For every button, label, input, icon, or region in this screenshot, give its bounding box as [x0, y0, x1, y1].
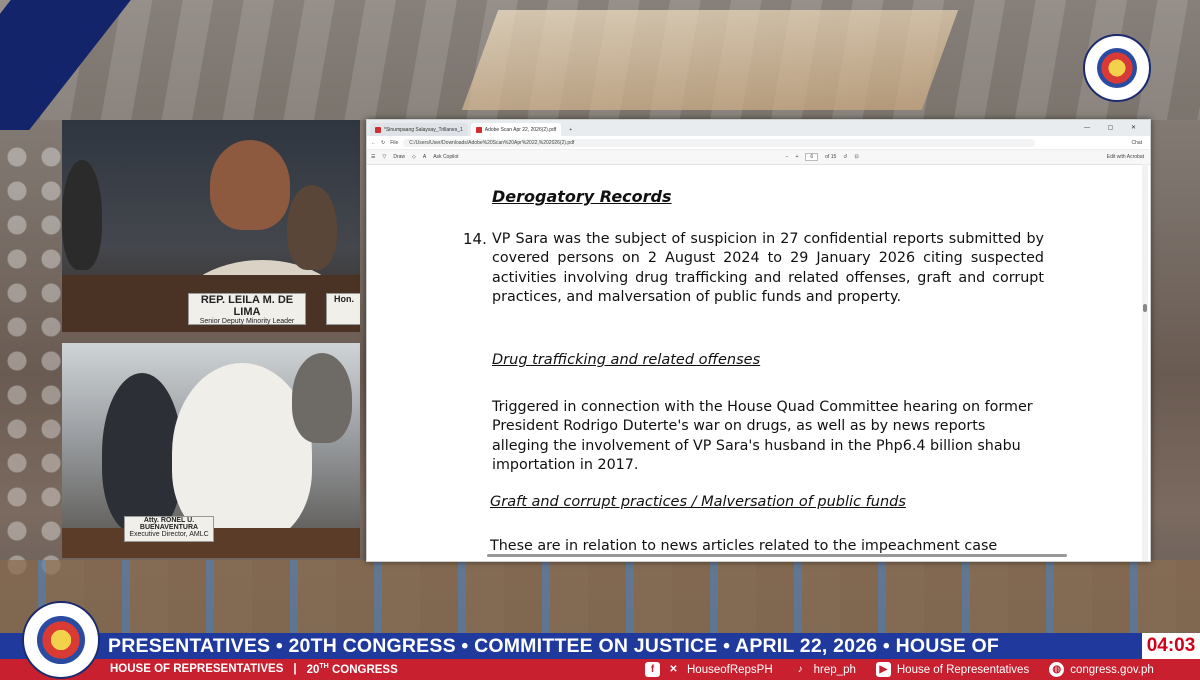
fit-page-icon[interactable]: ⊡	[854, 154, 858, 160]
speaker-head	[210, 140, 290, 230]
video-feed-top: REP. LEILA M. DE LIMA Senior Deputy Mino…	[62, 120, 360, 332]
pdf-page: Derogatory Records 14. VP Sara was the s…	[367, 164, 1142, 561]
nameplate-name: Atty. RONEL U. BUENAVENTURA	[139, 517, 199, 531]
nameplate-de-lima: REP. LEILA M. DE LIMA Senior Deputy Mino…	[188, 293, 306, 325]
website-link[interactable]: congress.gov.ph	[1070, 664, 1154, 676]
item-paragraph: VP Sara was the subject of suspicion in …	[492, 231, 1044, 305]
tab-label: Adobe Scan Apr 22, 2026(2).pdf	[484, 126, 557, 133]
nameplate-title: Senior Deputy Minority Leader	[199, 318, 295, 325]
tiktok-icon[interactable]: ♪	[793, 662, 808, 677]
copilot-button[interactable]: Ask Copilot	[433, 154, 458, 160]
draw-button[interactable]: Draw	[393, 154, 405, 160]
tab-bar: *Sinumpaang Salaysay_Trillanes_1 Adobe S…	[367, 120, 1150, 136]
video-feed-bottom: Atty. RONEL U. BUENAVENTURA Executive Di…	[62, 343, 360, 558]
nameplate-buenaventura: Atty. RONEL U. BUENAVENTURA Executive Di…	[124, 516, 214, 542]
news-ticker: PRESENTATIVES • 20TH CONGRESS • COMMITTE…	[0, 633, 1200, 659]
subsection-title-graft: Graft and corrupt practices / Malversati…	[490, 494, 906, 510]
tab-label: *Sinumpaang Salaysay_Trillanes_1	[384, 126, 463, 133]
contents-icon[interactable]: ☰	[371, 154, 375, 160]
refresh-icon[interactable]: ↻	[381, 140, 385, 146]
page-number-input[interactable]: 6	[805, 153, 819, 161]
footer-house-label: HOUSE OF REPRESENTATIVES	[110, 663, 284, 676]
edit-with-acrobat-button[interactable]: Edit with Acrobat	[1107, 154, 1144, 160]
tiktok-handle[interactable]: hrep_ph	[814, 664, 856, 676]
vertical-scrollbar[interactable]	[1142, 164, 1148, 561]
subsection-paragraph-drug: Triggered in connection with the House Q…	[492, 399, 1033, 473]
seal-emblem	[37, 616, 85, 664]
footer-left: HOUSE OF REPRESENTATIVES | 20TH CONGRESS	[110, 663, 398, 676]
house-seal-logo	[1083, 34, 1151, 102]
back-icon[interactable]: ←	[371, 140, 376, 146]
new-tab-button[interactable]: +	[564, 123, 577, 136]
item-number: 14.	[463, 230, 487, 248]
address-prefix: File	[390, 139, 399, 146]
address-bar: ← ↻ File C:/Users/User/Downloads/Adobe%2…	[367, 136, 1150, 150]
url-input[interactable]: C:/Users/User/Downloads/Adobe%20Scan%20A…	[403, 138, 1036, 147]
window-controls[interactable]: — ▢ ✕	[1084, 124, 1144, 131]
subsection-title-drug: Drug trafficking and related offenses	[492, 352, 761, 368]
footer-social: f ✕ HouseofRepsPH ♪ hrep_ph ▶ House of R…	[645, 662, 1154, 677]
horizontal-scrollbar[interactable]	[487, 554, 1067, 557]
globe-icon[interactable]: ◍	[1049, 662, 1065, 677]
facebook-icon[interactable]: f	[645, 662, 660, 677]
footer-separator: |	[293, 663, 297, 676]
official-left	[102, 373, 182, 533]
x-handle[interactable]: HouseofRepsPH	[687, 664, 773, 676]
pdf-icon	[375, 126, 381, 133]
zoom-out-icon[interactable]: −	[786, 154, 789, 160]
x-icon[interactable]: ✕	[666, 662, 681, 677]
side-nameplate: Hon.	[326, 293, 360, 325]
pdf-toolbar: ☰ ▽ Draw ◇ A Ask Copilot − + 6 of 15 ↺ ⊡…	[367, 150, 1150, 165]
rotate-icon[interactable]: ↺	[843, 154, 847, 160]
browser-window: *Sinumpaang Salaysay_Trillanes_1 Adobe S…	[366, 119, 1151, 562]
ceiling-light	[461, 10, 959, 110]
highlight-icon[interactable]: ▽	[382, 154, 386, 160]
dot-pattern	[0, 140, 70, 580]
official-right	[292, 353, 352, 443]
tab-sinumpaang[interactable]: *Sinumpaang Salaysay_Trillanes_1	[370, 123, 468, 136]
youtube-icon[interactable]: ▶	[875, 662, 891, 677]
youtube-handle[interactable]: House of Representatives	[897, 664, 1029, 676]
background-person-left	[62, 160, 102, 270]
eraser-icon[interactable]: ◇	[412, 154, 416, 160]
nameplate-title: Executive Director, AMLC	[129, 531, 209, 538]
clock: 04:03	[1142, 633, 1200, 659]
ticker-text: PRESENTATIVES • 20TH CONGRESS • COMMITTE…	[108, 634, 1000, 657]
zoom-in-icon[interactable]: +	[795, 154, 798, 160]
chamber-seats	[0, 560, 1200, 640]
read-aloud-icon[interactable]: A	[423, 154, 426, 160]
seal-emblem	[1096, 47, 1138, 89]
page-total: of 15	[825, 154, 837, 160]
chat-button[interactable]: Chat	[1131, 140, 1142, 146]
footer-congress-label: 20TH CONGRESS	[306, 663, 398, 676]
pdf-icon	[475, 126, 482, 133]
house-seal-logo-bottom	[22, 601, 100, 679]
footer-bar: HOUSE OF REPRESENTATIVES | 20TH CONGRESS…	[0, 659, 1200, 680]
scroll-thumb[interactable]	[1143, 304, 1147, 312]
background-person-right	[287, 185, 337, 270]
tab-adobe-scan[interactable]: Adobe Scan Apr 22, 2026(2).pdf	[470, 123, 562, 136]
nameplate-name: REP. LEILA M. DE LIMA	[200, 294, 294, 318]
section-heading: Derogatory Records	[492, 187, 672, 206]
